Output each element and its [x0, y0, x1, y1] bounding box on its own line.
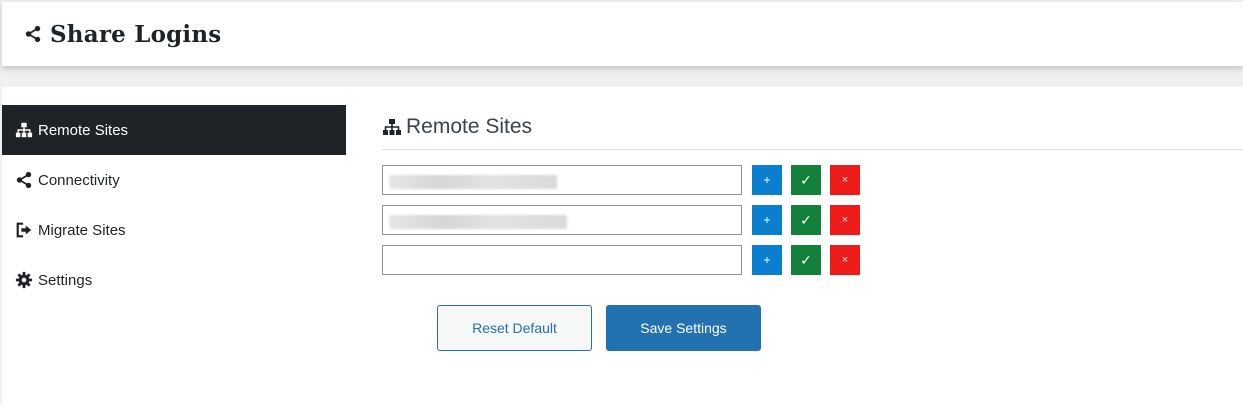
remove-site-button[interactable]: × [830, 205, 860, 235]
sidebar-item-label: Settings [38, 271, 93, 289]
sitemap-icon [15, 121, 33, 139]
sidebar-item-connectivity[interactable]: Connectivity [2, 155, 346, 205]
sidebar-item-migrate-sites[interactable]: Migrate Sites [2, 205, 346, 255]
section-title-label: Remote Sites [406, 115, 533, 138]
main-content: Remote Sites + ✓ × + ✓ × + ✓ × Reset Def… [382, 105, 1243, 351]
confirm-site-button[interactable]: ✓ [791, 205, 821, 235]
sidebar-item-settings[interactable]: Settings [2, 255, 346, 305]
sidebar: Remote Sites Connectivity Migrate Sites … [2, 105, 346, 305]
page-header: Share Logins [2, 2, 1243, 66]
redacted-value [389, 175, 557, 189]
sidebar-item-label: Remote Sites [38, 121, 129, 139]
section-title: Remote Sites [382, 105, 1243, 150]
remote-site-row: + ✓ × [382, 245, 860, 275]
remote-site-row: + ✓ × [382, 165, 860, 195]
page-title: Share Logins [50, 20, 222, 48]
confirm-site-button[interactable]: ✓ [791, 245, 821, 275]
sidebar-item-label: Connectivity [38, 171, 120, 189]
gear-icon [15, 271, 33, 289]
confirm-site-button[interactable]: ✓ [791, 165, 821, 195]
save-settings-button[interactable]: Save Settings [606, 305, 761, 351]
add-site-button[interactable]: + [752, 245, 782, 275]
add-site-button[interactable]: + [752, 165, 782, 195]
sitemap-icon [382, 117, 402, 137]
remote-site-row: + ✓ × [382, 205, 860, 235]
add-site-button[interactable]: + [752, 205, 782, 235]
remote-site-url-input[interactable] [382, 205, 742, 235]
reset-default-button[interactable]: Reset Default [437, 305, 592, 351]
settings-panel: Remote Sites Connectivity Migrate Sites … [2, 87, 1243, 404]
sidebar-item-label: Migrate Sites [38, 221, 126, 239]
share-icon [15, 171, 33, 189]
sidebar-item-remote-sites[interactable]: Remote Sites [2, 105, 346, 155]
remove-site-button[interactable]: × [830, 165, 860, 195]
remote-site-url-input[interactable] [382, 245, 742, 275]
redacted-value [389, 215, 567, 229]
share-icon [25, 25, 41, 43]
remove-site-button[interactable]: × [830, 245, 860, 275]
remote-site-url-input[interactable] [382, 165, 742, 195]
sign-out-icon [15, 221, 33, 239]
